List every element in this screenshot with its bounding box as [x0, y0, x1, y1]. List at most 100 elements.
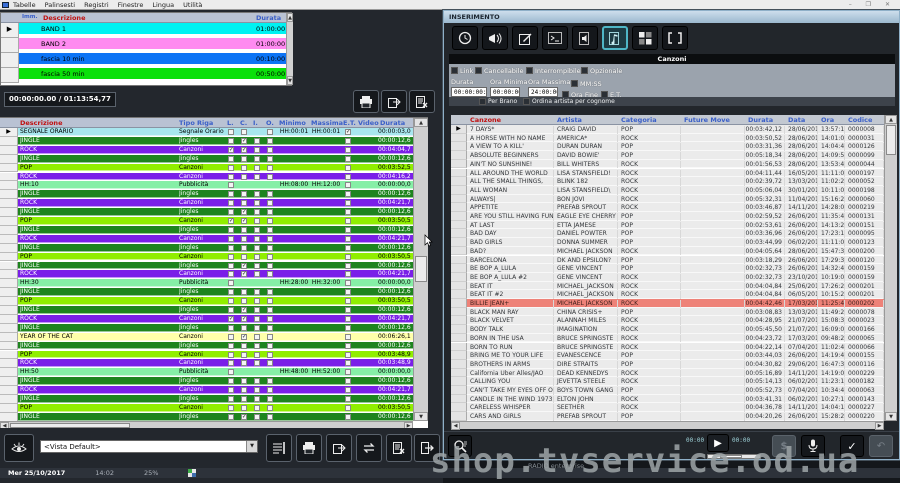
et-checkbox[interactable]: [345, 200, 351, 207]
playlist-row[interactable]: JINGLE Jingles 00:00:12,63: [0, 395, 413, 404]
i-checkbox[interactable]: [254, 333, 260, 340]
et-checkbox[interactable]: [345, 404, 351, 411]
et-checkbox[interactable]: [345, 209, 351, 216]
playlist-row[interactable]: ROCK Canzoni ✓ ✓ 00:04:04,71: [0, 145, 413, 155]
c-checkbox[interactable]: ✓: [241, 413, 247, 420]
et-checkbox[interactable]: [345, 218, 351, 224]
row-selector[interactable]: ▶: [0, 128, 18, 137]
o-checkbox[interactable]: [267, 164, 273, 171]
audio-file-tool-button[interactable]: [572, 26, 598, 50]
row-selector[interactable]: [0, 297, 18, 306]
et-checkbox[interactable]: [345, 360, 351, 367]
scroll-right-icon[interactable]: ▶: [404, 422, 413, 428]
row-selector[interactable]: [0, 341, 18, 351]
menu-palinsesti[interactable]: Palinsesti: [45, 1, 75, 9]
c-checkbox[interactable]: ✓: [241, 271, 247, 278]
row-selector[interactable]: [0, 314, 18, 324]
row-selector[interactable]: [451, 220, 467, 230]
et-checkbox[interactable]: [345, 244, 351, 251]
i-checkbox[interactable]: [254, 209, 260, 216]
o-checkbox[interactable]: [267, 226, 273, 233]
row-selector[interactable]: [451, 299, 467, 308]
column-header[interactable]: Tipo Riga: [179, 119, 213, 127]
song-row[interactable]: BROTHERS IN ARMS DIRE STRAITS POP 00:04:30,…: [451, 359, 884, 369]
c-checkbox[interactable]: [241, 360, 247, 367]
durata-input[interactable]: [451, 87, 487, 97]
row-selector[interactable]: [451, 412, 467, 421]
i-checkbox[interactable]: [254, 253, 260, 260]
row-selector[interactable]: [0, 288, 18, 298]
column-header[interactable]: L.: [227, 119, 234, 127]
row-selector[interactable]: [451, 377, 467, 386]
l-checkbox[interactable]: [228, 182, 234, 189]
column-header[interactable]: Codice: [848, 116, 872, 124]
song-row[interactable]: BLACK MAN RAY CHINA CRISIS+ POP 00:03:08,83…: [451, 307, 884, 317]
menu-tabelle[interactable]: Tabelle: [13, 1, 36, 9]
row-selector[interactable]: [451, 281, 467, 291]
o-checkbox[interactable]: [267, 315, 273, 322]
i-checkbox[interactable]: [254, 200, 260, 207]
playlist-row[interactable]: JINGLE Jingles 00:00:12,63: [0, 323, 413, 333]
o-checkbox[interactable]: [267, 235, 273, 242]
per-brano-checkbox[interactable]: [479, 98, 486, 105]
table-row[interactable]: BAND 2 01:00:00: [1, 38, 286, 53]
et-checkbox[interactable]: [345, 155, 351, 162]
table-row[interactable]: fascia 10 min 00:10:00: [1, 53, 286, 68]
row-selector[interactable]: [0, 199, 18, 209]
song-row[interactable]: BEAT IT #2 MICHAEL_JACKSON ROCK 00:04:04,84…: [451, 290, 884, 299]
menu-utilita[interactable]: Utilità: [183, 1, 202, 9]
i-checkbox[interactable]: [254, 262, 260, 269]
song-row[interactable]: BAD? MICHAEL JACKSON ROCK 00:04:05,64 28/06/…: [451, 246, 884, 256]
song-row[interactable]: BARCELONA DK AND EPSILON? POP 00:03:18,29 26…: [451, 255, 884, 265]
bands-scrollbar[interactable]: ▲ ▼: [286, 13, 293, 85]
i-checkbox[interactable]: [254, 413, 260, 420]
row-selector[interactable]: [451, 246, 467, 256]
playlist-row[interactable]: POP Canzoni 00:03:52,56: [0, 163, 413, 173]
et-checkbox[interactable]: [345, 315, 351, 322]
o-checkbox[interactable]: [267, 218, 273, 224]
playlist-row[interactable]: POP Canzoni 00:03:50,55: [0, 252, 413, 262]
l-checkbox[interactable]: [228, 369, 234, 376]
i-checkbox[interactable]: [254, 315, 260, 322]
row-selector[interactable]: [0, 386, 18, 395]
o-checkbox[interactable]: [267, 333, 273, 340]
c-checkbox[interactable]: ✓: [241, 137, 247, 144]
et-checkbox[interactable]: [345, 387, 351, 394]
o-checkbox[interactable]: [267, 378, 273, 385]
scroll-down-icon[interactable]: ▼: [885, 412, 897, 421]
l-checkbox[interactable]: [228, 387, 234, 394]
et-checkbox[interactable]: [345, 226, 351, 233]
row-selector[interactable]: [0, 359, 18, 369]
table-row[interactable]: ▶ BAND 1 01:00:00: [1, 23, 286, 38]
row-selector[interactable]: ▶: [1, 23, 19, 38]
playlist-hscrollbar[interactable]: ◀ ▶: [0, 421, 413, 428]
row-selector[interactable]: [1, 53, 19, 68]
playlist-row[interactable]: HH:30 Pubblicità HH:28:00 HH:32:00 00:00:00,…: [0, 279, 413, 289]
o-checkbox[interactable]: [267, 413, 273, 420]
row-selector[interactable]: [451, 290, 467, 299]
row-selector[interactable]: [451, 185, 467, 195]
song-row[interactable]: AIN'T NO SUNSHINE! BILL WHITERS ROCK 00:01:…: [451, 159, 884, 169]
et-checkbox[interactable]: [345, 173, 351, 180]
song-row[interactable]: ARE YOU STILL HAVING FUN[EAGLE EYE CHERR…: [451, 212, 884, 221]
o-checkbox[interactable]: [267, 262, 273, 269]
i-checkbox[interactable]: [254, 387, 260, 394]
export-playlist-button[interactable]: [326, 434, 352, 462]
et-checkbox[interactable]: [345, 307, 351, 313]
scroll-up-icon[interactable]: ▲: [414, 118, 428, 127]
row-selector[interactable]: [451, 264, 467, 273]
i-checkbox[interactable]: [254, 226, 260, 233]
song-row[interactable]: ALL AROUND THE WORLD LISA STANSFIELD! ROCK…: [451, 168, 884, 178]
column-header[interactable]: Future Move: [684, 116, 730, 124]
preview-button[interactable]: [4, 434, 34, 462]
i-checkbox[interactable]: [254, 137, 260, 144]
l-checkbox[interactable]: [228, 155, 234, 162]
row-selector[interactable]: [0, 190, 18, 200]
l-checkbox[interactable]: [228, 253, 234, 260]
l-checkbox[interactable]: [228, 209, 234, 216]
i-checkbox[interactable]: [254, 235, 260, 242]
row-selector[interactable]: [451, 342, 467, 352]
announce-tool-button[interactable]: [482, 26, 508, 50]
playlist-row[interactable]: POP Canzoni ✓ ✓ 00:03:50,55: [0, 217, 413, 226]
o-checkbox[interactable]: [267, 244, 273, 251]
